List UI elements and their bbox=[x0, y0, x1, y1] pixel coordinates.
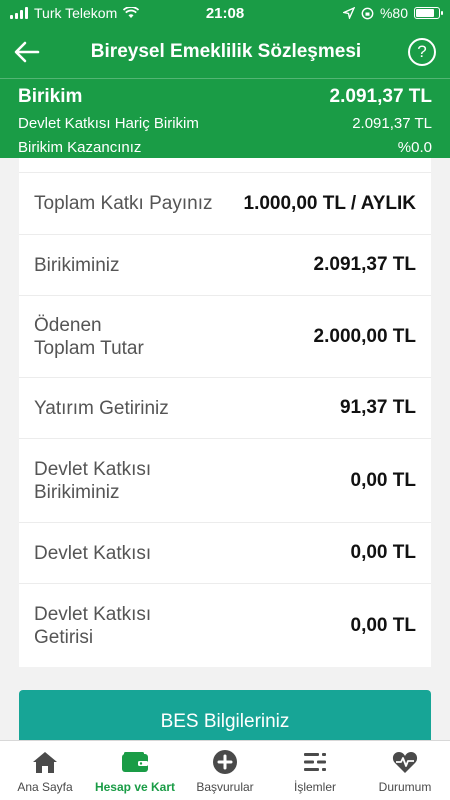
battery-percent: %80 bbox=[379, 5, 408, 21]
summary-label-excl-contribution: Devlet Katkısı Hariç Birikim bbox=[18, 114, 199, 132]
detail-label: Yatırım Getiriniz bbox=[34, 397, 169, 419]
detail-row: Ödenen Toplam Tutar 2.000,00 TL bbox=[19, 296, 431, 378]
detail-label: Devlet Katkısı Getirisi bbox=[34, 603, 152, 648]
savings-summary: Birikim 2.091,37 TL Devlet Katkısı Hariç… bbox=[0, 78, 450, 158]
detail-value: 0,00 TL bbox=[350, 542, 416, 563]
detail-row: Devlet Katkısı 0,00 TL bbox=[19, 523, 431, 584]
status-bar: Turk Telekom 21:08 %80 bbox=[0, 0, 450, 26]
arrow-left-icon bbox=[14, 41, 40, 63]
detail-row: Devlet Katkısı Getirisi 0,00 TL bbox=[19, 584, 431, 667]
navigation-bar: Bireysel Emeklilik Sözleşmesi ? bbox=[0, 26, 450, 78]
detail-value: 0,00 TL bbox=[350, 614, 416, 636]
tab-label: Hesap ve Kart bbox=[94, 780, 176, 794]
summary-main-value: 2.091,37 TL bbox=[329, 86, 432, 107]
detail-value: 2.000,00 TL bbox=[313, 325, 416, 347]
detail-value: 91,37 TL bbox=[339, 397, 416, 418]
detail-row: Devlet Katkısı Birikiminiz 0,00 TL bbox=[19, 439, 431, 523]
back-button[interactable] bbox=[14, 37, 44, 67]
summary-value-excl-contribution: 2.091,37 TL bbox=[352, 114, 432, 132]
page-title: Bireysel Emeklilik Sözleşmesi bbox=[90, 41, 362, 62]
wallet-icon bbox=[122, 752, 148, 772]
detail-value: 2.091,37 TL bbox=[313, 254, 416, 275]
detail-label: Ödenen Toplam Tutar bbox=[34, 314, 144, 359]
detail-label: Devlet Katkısı Birikiminiz bbox=[34, 458, 152, 503]
tab-bar: Ana Sayfa Hesap ve Kart Başvurular İşlem… bbox=[0, 740, 450, 800]
plus-circle-icon bbox=[213, 750, 237, 774]
location-arrow-icon bbox=[342, 7, 355, 19]
tab-label: Ana Sayfa bbox=[17, 780, 73, 794]
detail-label: Devlet Katkısı bbox=[34, 542, 152, 564]
tab-label: Durumum bbox=[378, 780, 432, 794]
summary-label-earnings: Birikim Kazancınız bbox=[18, 138, 142, 156]
tab-status[interactable]: Durumum bbox=[360, 741, 450, 800]
home-icon bbox=[33, 752, 57, 773]
summary-value-earnings: %0.0 bbox=[397, 138, 432, 156]
cellular-signal-icon bbox=[10, 7, 28, 19]
detail-row: Toplam Katkı Payınız 1.000,00 TL / AYLIK bbox=[19, 173, 431, 235]
detail-value: 0,00 TL bbox=[350, 469, 416, 491]
detail-value: 1.000,00 TL / AYLIK bbox=[243, 192, 417, 214]
question-mark-icon: ? bbox=[417, 42, 427, 61]
help-button[interactable]: ? bbox=[408, 38, 436, 66]
clock: 21:08 bbox=[205, 4, 245, 22]
card-top-spacer bbox=[19, 158, 431, 173]
details-card: Toplam Katkı Payınız 1.000,00 TL / AYLIK… bbox=[19, 158, 431, 667]
tab-applications[interactable]: Başvurular bbox=[180, 741, 270, 800]
heart-pulse-icon bbox=[392, 752, 418, 773]
orientation-lock-icon bbox=[361, 7, 374, 19]
tab-label: Başvurular bbox=[196, 780, 254, 794]
detail-label: Birikiminiz bbox=[34, 254, 120, 276]
wifi-icon bbox=[123, 7, 140, 18]
tab-home[interactable]: Ana Sayfa bbox=[0, 741, 90, 800]
carrier-name: Turk Telekom bbox=[34, 5, 118, 21]
detail-label: Toplam Katkı Payınız bbox=[34, 193, 213, 214]
detail-row: Birikiminiz 2.091,37 TL bbox=[19, 235, 431, 296]
tab-account-and-card[interactable]: Hesap ve Kart bbox=[90, 741, 180, 800]
tab-transactions[interactable]: İşlemler bbox=[270, 741, 360, 800]
summary-main-label: Birikim bbox=[18, 86, 83, 107]
tab-label: İşlemler bbox=[293, 780, 336, 794]
battery-icon bbox=[414, 7, 443, 19]
detail-row: Yatırım Getiriniz 91,37 TL bbox=[19, 378, 431, 439]
list-icon bbox=[304, 753, 326, 771]
